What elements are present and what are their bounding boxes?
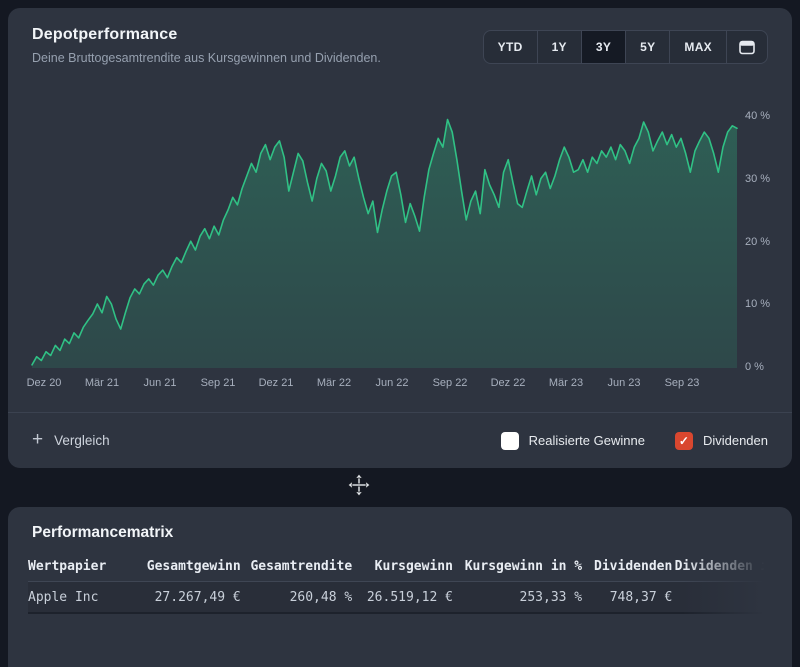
table-cell: 253,33 % bbox=[453, 582, 582, 614]
move-cursor-icon bbox=[348, 474, 370, 496]
range-button-max[interactable]: MAX bbox=[670, 31, 727, 63]
table-cell: 260,48 % bbox=[241, 582, 353, 614]
x-tick-label: Sep 22 bbox=[433, 377, 468, 389]
checkbox-checked-icon[interactable]: ✓ bbox=[675, 432, 693, 450]
depotperformance-card: Depotperformance Deine Bruttogesamtrendi… bbox=[8, 8, 792, 468]
column-header-wertpapier: Wertpapier bbox=[28, 551, 147, 582]
column-header-kursgewinn: Kursgewinn bbox=[352, 551, 453, 582]
range-button-ytd[interactable]: YTD bbox=[484, 31, 538, 63]
y-tick-label: 30 % bbox=[745, 173, 770, 185]
x-tick-label: Jun 23 bbox=[607, 377, 640, 389]
table-cell: Apple Inc bbox=[28, 582, 147, 614]
matrix-title: Performancematrix bbox=[32, 524, 173, 542]
toggle-realisierte-gewinne[interactable]: Realisierte Gewinne bbox=[501, 432, 645, 450]
x-tick-label: Sep 21 bbox=[201, 377, 236, 389]
range-button-1y[interactable]: 1Y bbox=[538, 31, 582, 63]
table-row[interactable]: Apple Inc27.267,49 €260,48 %26.519,12 €2… bbox=[28, 582, 792, 614]
x-tick-label: Mär 23 bbox=[549, 377, 583, 389]
x-tick-label: Mär 22 bbox=[317, 377, 351, 389]
y-tick-label: 10 % bbox=[745, 298, 770, 310]
table-cell: 27.267,49 € bbox=[147, 582, 241, 614]
performancematrix-card: Performancematrix WertpapierGesamtgewinn… bbox=[8, 507, 792, 667]
range-button-3y[interactable]: 3Y bbox=[582, 31, 626, 63]
range-button-5y[interactable]: 5Y bbox=[626, 31, 670, 63]
column-header-gesamtgewinn: Gesamtgewinn bbox=[147, 551, 241, 582]
toggle-label: Dividenden bbox=[703, 433, 768, 448]
x-tick-label: Dez 21 bbox=[259, 377, 294, 389]
add-comparison-button[interactable]: + Vergleich bbox=[32, 432, 110, 449]
column-header-kursgewinn-in-: Kursgewinn in % bbox=[453, 551, 582, 582]
column-header-dividenden: Dividenden bbox=[582, 551, 672, 582]
x-tick-label: Dez 22 bbox=[491, 377, 526, 389]
performance-table: WertpapierGesamtgewinnGesamtrenditeKursg… bbox=[28, 551, 792, 614]
table-cell bbox=[672, 582, 792, 614]
x-tick-label: Jun 22 bbox=[375, 377, 408, 389]
x-tick-label: Jun 21 bbox=[143, 377, 176, 389]
y-tick-label: 40 % bbox=[745, 110, 770, 122]
performance-chart[interactable]: 0 % 10 % 20 % 30 % 40 % Dez 20 Mär 21 Jun 21 Se… bbox=[8, 108, 792, 408]
x-tick-label: Mär 21 bbox=[85, 377, 119, 389]
table-cell: 26.519,12 € bbox=[352, 582, 453, 614]
x-tick-label: Dez 20 bbox=[27, 377, 62, 389]
area-chart bbox=[8, 108, 792, 374]
column-header-dividenden-in-: Dividenden in % bbox=[672, 551, 792, 582]
column-header-gesamtrendite: Gesamtrendite bbox=[241, 551, 353, 582]
chart-toggles: Realisierte Gewinne ✓ Dividenden bbox=[501, 432, 768, 450]
chart-footer: + Vergleich Realisierte Gewinne ✓ Dividend… bbox=[8, 412, 792, 468]
checkbox-unchecked-icon[interactable] bbox=[501, 432, 519, 450]
time-range-group: YTD1Y3Y5YMAX bbox=[483, 30, 768, 64]
y-tick-label: 20 % bbox=[745, 236, 770, 248]
toggle-label: Realisierte Gewinne bbox=[529, 433, 645, 448]
toggle-dividenden[interactable]: ✓ Dividenden bbox=[675, 432, 768, 450]
plus-icon: + bbox=[32, 430, 43, 449]
matrix-table-wrap: WertpapierGesamtgewinnGesamtrenditeKursg… bbox=[8, 551, 792, 667]
x-tick-label: Sep 23 bbox=[665, 377, 700, 389]
table-cell: 748,37 € bbox=[582, 582, 672, 614]
calendar-icon bbox=[739, 40, 755, 55]
calendar-button[interactable] bbox=[727, 31, 767, 63]
compare-label: Vergleich bbox=[54, 433, 110, 448]
y-tick-label: 0 % bbox=[745, 361, 764, 373]
